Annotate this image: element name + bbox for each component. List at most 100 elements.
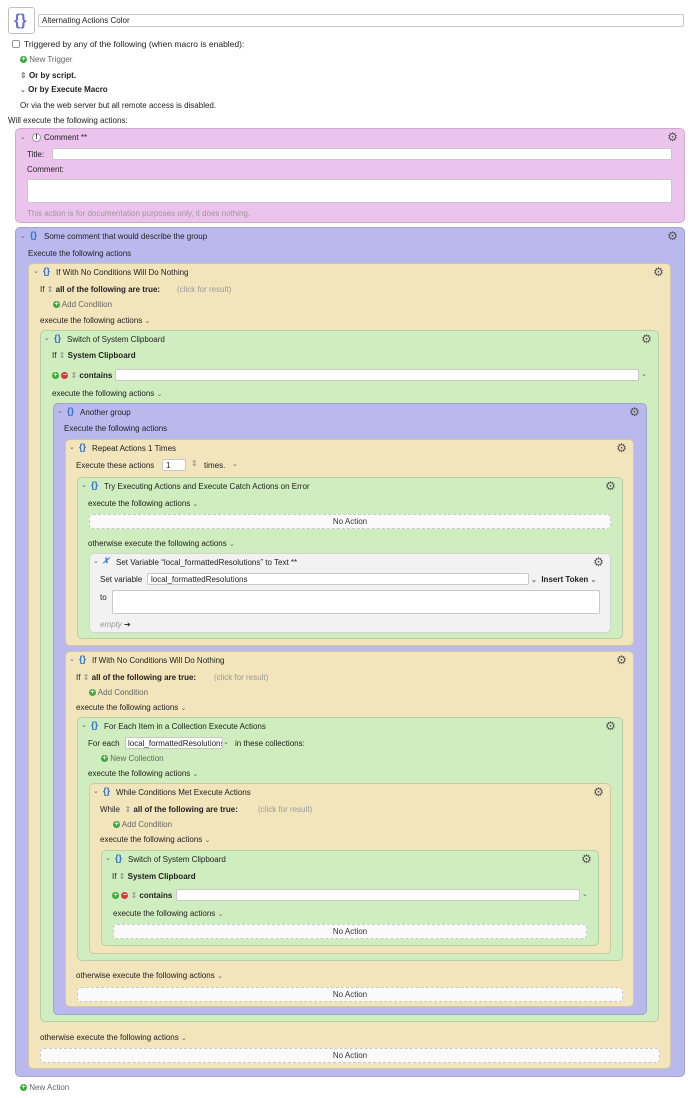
gear-icon[interactable]: ⚙ — [667, 230, 678, 242]
gear-icon[interactable]: ⚙ — [629, 406, 640, 418]
or-by-script[interactable]: ⇕ Or by script. — [20, 70, 76, 82]
switch-case-value-field[interactable] — [115, 369, 639, 381]
add-icon: + — [101, 755, 108, 763]
no-action-placeholder[interactable]: No Action — [89, 514, 611, 529]
add-icon[interactable]: + — [112, 892, 119, 900]
add-icon: + — [20, 1084, 27, 1092]
while-condition-row[interactable]: While ⇕ all of the following are true: — [100, 804, 238, 816]
chevron-down-icon[interactable]: ⌄ — [223, 738, 229, 746]
switch-source-row[interactable]: If ⇕ System Clipboard — [112, 871, 196, 883]
chevron-down-icon: ⌄ — [590, 577, 597, 584]
click-for-result[interactable]: (click for result) — [258, 804, 312, 816]
if-otherwise-label[interactable]: otherwise execute the following actions … — [40, 1032, 187, 1045]
for-each-variable-field[interactable]: local_formattedResolutions — [125, 737, 223, 749]
set-variable-action[interactable]: ⌄ 𝑥 Set Variable “local_formattedResolut… — [89, 553, 611, 633]
macro-icon[interactable]: {} — [8, 7, 35, 34]
title-field[interactable] — [52, 148, 672, 160]
if-condition-row[interactable]: If ⇕ all of the following are true: — [40, 284, 160, 296]
gear-icon[interactable]: ⚙ — [641, 333, 652, 345]
text-value-field[interactable] — [112, 590, 600, 614]
disclosure-icon[interactable]: ⌄ — [93, 787, 99, 795]
chevron-down-icon[interactable]: ⌄ — [641, 370, 647, 378]
chevron-down-icon: ⌄ — [180, 1035, 187, 1042]
gear-icon[interactable]: ⚙ — [616, 654, 627, 666]
repeat-count-field[interactable]: 1 — [162, 459, 186, 471]
disclosure-icon[interactable]: ⌄ — [57, 407, 63, 415]
add-condition-button[interactable]: + Add Condition — [89, 687, 148, 699]
disclosure-icon[interactable]: ⌄ — [44, 334, 50, 342]
disclosure-icon[interactable]: ⌄ — [81, 481, 87, 489]
try-otherwise-label[interactable]: otherwise execute the following actions … — [88, 538, 235, 551]
switch-case-row[interactable]: + − ⇕ contains — [52, 370, 112, 382]
gear-icon[interactable]: ⚙ — [605, 480, 616, 492]
variable-name-field[interactable]: local_formattedResolutions — [147, 573, 529, 585]
insert-token-button[interactable]: ⌄ Insert Token ⌄ — [531, 574, 596, 587]
triggered-label: Triggered by any of the following (when … — [24, 39, 245, 49]
gear-icon[interactable]: ⚙ — [581, 853, 592, 865]
for-each-execute-label[interactable]: execute the following actions ⌄ — [88, 768, 198, 781]
add-icon[interactable]: + — [52, 372, 59, 380]
chevron-down-icon[interactable]: ⌄ — [582, 890, 588, 898]
stepper-icon[interactable]: ⇕ — [191, 459, 198, 468]
disclosure-icon[interactable]: ⌄ — [69, 443, 75, 451]
comment-action[interactable]: ⌄ ! Comment ** ⚙ Title: Comment: This ac… — [15, 128, 685, 223]
in-collections-label: in these collections: — [235, 739, 305, 748]
gear-icon[interactable]: ⚙ — [667, 131, 678, 143]
disclosure-icon[interactable]: ⌄ — [81, 721, 87, 729]
chevron-down-icon[interactable]: ⌄ — [232, 460, 238, 468]
disclosure-icon[interactable]: ⌄ — [105, 854, 111, 862]
switch-execute-label[interactable]: execute the following actions ⌄ — [113, 908, 223, 921]
group-header: Another group — [80, 408, 131, 417]
gear-icon[interactable]: ⚙ — [593, 786, 604, 798]
chevron-down-icon: ⌄ — [192, 771, 199, 778]
no-action-placeholder[interactable]: No Action — [77, 987, 623, 1002]
no-action-placeholder[interactable]: No Action — [113, 924, 587, 939]
new-trigger-button[interactable]: + New Trigger — [20, 54, 72, 66]
click-for-result[interactable]: (click for result) — [214, 672, 268, 684]
if-condition-row[interactable]: If ⇕ all of the following are true: — [76, 672, 196, 684]
comment-icon: ! — [32, 133, 41, 142]
while-execute-label[interactable]: execute the following actions ⌄ — [100, 834, 210, 847]
new-collection-button[interactable]: + New Collection — [101, 753, 164, 765]
click-for-result[interactable]: (click for result) — [177, 284, 231, 296]
gear-icon[interactable]: ⚙ — [653, 266, 664, 278]
stepper-icon: ⇕ — [20, 71, 27, 80]
comment-footer: This action is for documentation purpose… — [27, 209, 251, 218]
gear-icon[interactable]: ⚙ — [593, 556, 604, 568]
switch-case-value-field[interactable] — [176, 889, 580, 901]
remove-icon[interactable]: − — [61, 372, 69, 380]
disclosure-icon[interactable]: ⌄ — [20, 133, 26, 141]
disclosure-icon[interactable]: ⌄ — [33, 267, 39, 275]
switch-case-row[interactable]: + − ⇕ contains — [112, 890, 172, 902]
stepper-icon: ⇕ — [70, 371, 78, 380]
macro-name-field[interactable]: Alternating Actions Color — [38, 14, 684, 27]
disclosure-icon[interactable]: ⌄ — [20, 232, 26, 240]
stepper-icon: ⇕ — [82, 673, 90, 682]
if-execute-label[interactable]: execute the following actions ⌄ — [76, 702, 186, 715]
stepper-icon: ⇕ — [46, 285, 54, 294]
title-label: Title: — [27, 150, 45, 159]
switch-action-2[interactable]: ⌄ {} Switch of System Clipboard ⚙ If ⇕ S… — [101, 850, 599, 946]
new-action-button[interactable]: + New Action — [20, 1082, 69, 1094]
triggered-checkbox[interactable] — [12, 40, 20, 48]
add-condition-button[interactable]: + Add Condition — [53, 299, 112, 311]
empty-placeholder[interactable]: empty ➔ — [100, 619, 131, 631]
if-otherwise-label[interactable]: otherwise execute the following actions … — [76, 970, 223, 983]
gear-icon[interactable]: ⚙ — [616, 442, 627, 454]
disclosure-icon[interactable]: ⌄ — [69, 655, 75, 663]
no-action-placeholder[interactable]: No Action — [40, 1048, 660, 1063]
repeat-braces-icon: {} — [79, 442, 87, 452]
add-condition-button[interactable]: + Add Condition — [113, 819, 172, 831]
or-by-execute-macro[interactable]: ⌄ Or by Execute Macro — [20, 84, 108, 97]
if-execute-label[interactable]: execute the following actions ⌄ — [40, 315, 150, 328]
chevron-down-icon: ⌄ — [228, 541, 235, 548]
stepper-icon: ⇕ — [130, 891, 138, 900]
remove-icon[interactable]: − — [121, 892, 129, 900]
switch-execute-label[interactable]: execute the following actions ⌄ — [52, 388, 162, 401]
gear-icon[interactable]: ⚙ — [605, 720, 616, 732]
disclosure-icon[interactable]: ⌄ — [93, 557, 99, 565]
switch-source-row[interactable]: If ⇕ System Clipboard — [52, 350, 136, 362]
try-execute-label[interactable]: execute the following actions ⌄ — [88, 498, 198, 511]
comment-field[interactable] — [27, 179, 672, 203]
add-icon: + — [113, 821, 120, 829]
